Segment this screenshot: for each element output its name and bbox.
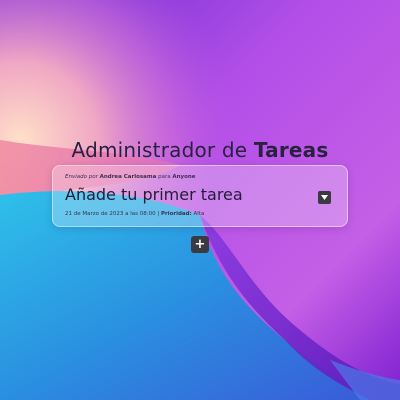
task-author: Andrea Carlosama [99,174,157,180]
task-date: 21 de Marzo de 2023 a las 08:00 [65,211,156,217]
task-meta-sent-by: Enviado por [65,174,100,180]
task-options-button[interactable] [318,191,331,204]
task-meta: Enviado por Andrea Carlosama para Anyone [65,174,196,180]
add-task-button[interactable]: + [191,236,209,253]
task-card[interactable]: Enviado por Andrea Carlosama para Anyone… [52,165,348,227]
page-title-prefix: Administrador de [71,138,254,162]
page-title-emphasis: Tareas [253,138,329,162]
task-title: Añade tu primer tarea [65,185,243,204]
task-priority-label: Prioridad: [160,211,192,217]
task-priority-value: Alta [191,211,205,217]
task-recipient: Anyone [172,174,196,180]
page-title: Administrador de Tareas [0,138,400,162]
chevron-down-icon [321,195,328,200]
task-meta-for: para [156,174,173,180]
task-footer: 21 de Marzo de 2023 a las 08:00 | Priori… [65,211,204,217]
